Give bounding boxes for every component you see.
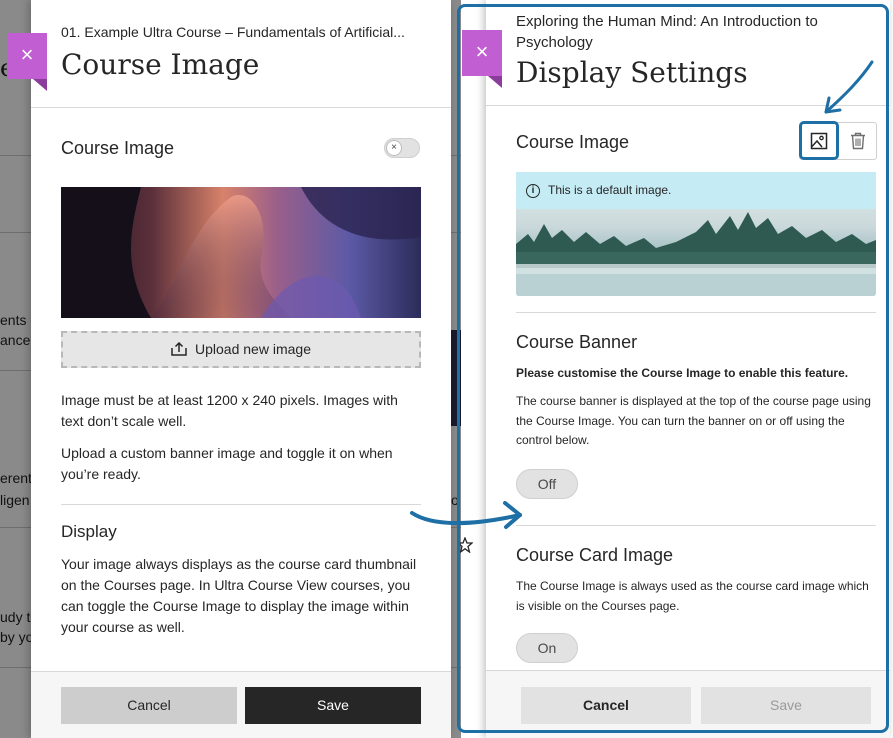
background-divider: [0, 667, 31, 668]
display-description: Your image always displays as the course…: [61, 556, 417, 635]
background-text-fragment: udy t: [0, 609, 31, 625]
image-requirements-text: Image must be at least 1200 x 240 pixels…: [61, 392, 398, 429]
toggle-off-icon: ×: [386, 140, 402, 156]
background-overlay-left: [0, 0, 32, 738]
background-divider: [0, 370, 31, 371]
upload-icon: [171, 342, 187, 356]
panel-footer: Cancel Save: [31, 671, 451, 738]
background-divider: [0, 232, 31, 233]
background-text-fragment: ligen: [0, 492, 30, 508]
banner-help-text: Upload a custom banner image and toggle …: [61, 445, 393, 482]
close-icon: ×: [20, 42, 34, 67]
highlight-frame: [457, 4, 889, 733]
background-text-fragment: ents: [0, 312, 27, 328]
page-title: Course Image: [61, 48, 260, 81]
background-text-fragment: erent: [0, 470, 32, 486]
close-panel-button[interactable]: ×: [7, 33, 47, 91]
panel-header: 01. Example Ultra Course – Fundamentals …: [31, 0, 451, 108]
course-image-panel: 01. Example Ultra Course – Fundamentals …: [31, 0, 451, 738]
divider: [61, 504, 421, 505]
background-divider: [0, 527, 31, 528]
section-title-display: Display: [61, 522, 117, 541]
upload-new-image-button[interactable]: Upload new image: [61, 331, 421, 368]
section-title-course-image: Course Image: [61, 138, 175, 158]
upload-button-label: Upload new image: [195, 341, 311, 357]
background-divider: [0, 155, 31, 156]
canyon-image: [61, 187, 421, 318]
background-text-fragment: ance: [0, 332, 31, 348]
save-button[interactable]: Save: [245, 687, 421, 724]
cancel-button[interactable]: Cancel: [61, 687, 237, 724]
background-text-fragment: by yo: [0, 629, 34, 645]
highlight-image-button-frame: [799, 121, 839, 160]
course-image-preview: [61, 187, 421, 318]
course-image-toggle[interactable]: ×: [384, 138, 420, 158]
course-name: 01. Example Ultra Course – Fundamentals …: [61, 24, 405, 40]
